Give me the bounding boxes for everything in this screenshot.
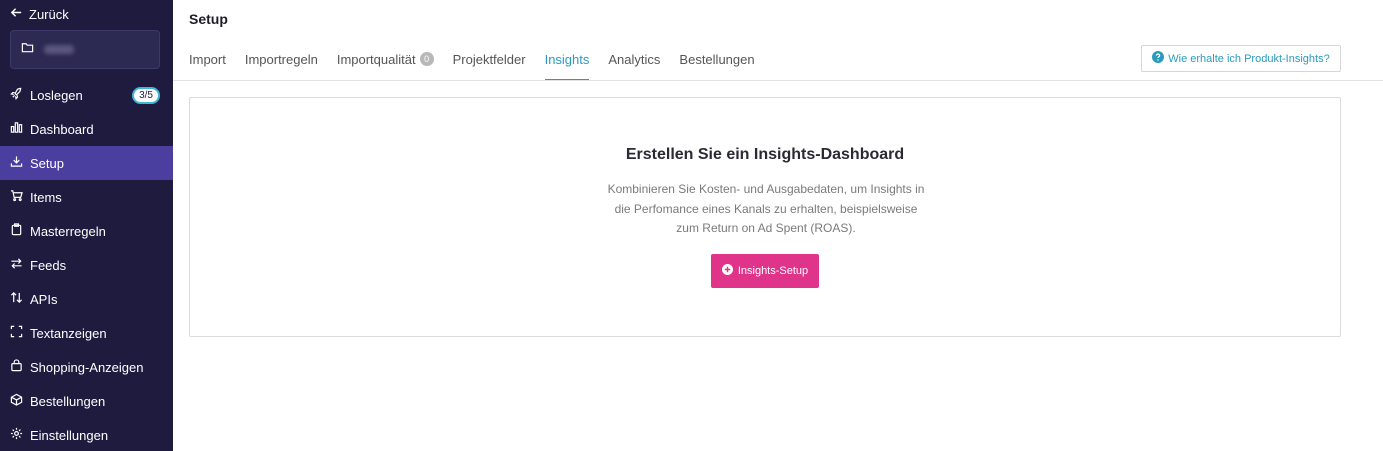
sort-icon (10, 291, 23, 307)
tab-label: Projektfelder (452, 52, 526, 67)
frame-icon (10, 325, 23, 341)
empty-state-card: Erstellen Sie ein Insights-Dashboard Kom… (189, 97, 1341, 337)
sidebar-nav: Loslegen 3/5 Dashboard Setup Items Maste… (0, 78, 173, 451)
back-label[interactable]: Zurück (29, 7, 69, 22)
sidebar-item-label: Masterregeln (30, 223, 106, 239)
sidebar-item-feeds[interactable]: Feeds (0, 248, 173, 282)
tab-label: Importqualität (336, 52, 416, 67)
question-icon (1152, 51, 1165, 66)
tab-bestellungen[interactable]: Bestellungen (679, 44, 754, 81)
sidebar-item-textanzeigen[interactable]: Textanzeigen (0, 316, 173, 350)
tab-label: Bestellungen (679, 52, 755, 67)
arrows-icon (10, 257, 23, 273)
sidebar-item-setup[interactable]: Setup (0, 146, 173, 180)
sidebar-item-dashboard[interactable]: Dashboard (0, 112, 173, 146)
cta-label: Insights-Setup (737, 265, 809, 277)
sidebar-item-einstellungen[interactable]: Einstellungen (0, 418, 173, 451)
tab-label: Import (189, 52, 226, 67)
help-label: Wie erhalte ich Produkt-Insights? (1168, 52, 1330, 65)
folder-icon (21, 41, 34, 59)
project-selector[interactable] (10, 30, 160, 69)
tab-label: Importregeln (244, 52, 318, 67)
back-link[interactable]: Zurück (10, 6, 69, 22)
sidebar-item-label: Dashboard (30, 121, 94, 137)
sidebar-item-bestellungen[interactable]: Bestellungen (0, 384, 173, 418)
tab-label: Insights (544, 52, 590, 67)
tab-projektfelder[interactable]: Projektfelder (453, 44, 526, 81)
arrow-left-icon (10, 6, 23, 22)
card-text-line: die Perfomance eines Kanals zu erhalten,… (614, 201, 918, 216)
card-title: Erstellen Sie ein Insights-Dashboard (625, 146, 905, 163)
sidebar-item-label: Loslegen (30, 87, 83, 103)
rocket-icon (10, 87, 23, 103)
tab-divider (173, 80, 1383, 81)
download-icon (10, 155, 23, 171)
main-content: Setup Import Importregeln Importqualität… (173, 0, 1383, 451)
count-badge: 0 (419, 52, 434, 66)
help-button[interactable]: Wie erhalte ich Produkt-Insights? (1141, 45, 1341, 72)
page-title: Setup (189, 11, 228, 27)
tab-importregeln[interactable]: Importregeln (245, 44, 318, 81)
sidebar-item-apis[interactable]: APIs (0, 282, 173, 316)
project-name-blurred (44, 45, 74, 54)
sidebar-item-label: Shopping-Anzeigen (30, 359, 144, 375)
sidebar-item-label: APIs (30, 291, 58, 307)
sidebar-item-label: Items (30, 189, 62, 205)
box-icon (10, 393, 23, 409)
bag-icon (10, 359, 23, 375)
sidebar-item-items[interactable]: Items (0, 180, 173, 214)
card-description: Kombinieren Sie Kosten- und Ausgabedaten… (590, 180, 942, 239)
sidebar-item-shopping-anzeigen[interactable]: Shopping-Anzeigen (0, 350, 173, 384)
sidebar-item-masterregeln[interactable]: Masterregeln (0, 214, 173, 248)
tab-bar: Import Importregeln Importqualität 0 Proj… (189, 44, 755, 81)
sidebar-item-label: Bestellungen (30, 393, 106, 409)
tab-import[interactable]: Import (189, 44, 226, 81)
sidebar-item-label: Textanzeigen (30, 325, 107, 341)
gear-icon (10, 427, 23, 443)
sidebar: Zurück Loslegen 3/5 Dashboard Setup Item… (0, 0, 173, 451)
sidebar-item-label: Feeds (30, 257, 67, 273)
bar-chart-icon (10, 121, 23, 137)
tab-insights[interactable]: Insights (544, 44, 590, 81)
plus-circle-icon (721, 264, 733, 278)
sidebar-item-label: Setup (30, 155, 64, 171)
progress-badge: 3/5 (132, 87, 160, 104)
insights-setup-button[interactable]: Insights-Setup (711, 254, 819, 288)
clipboard-icon (10, 223, 23, 239)
tab-label: Analytics (608, 52, 661, 67)
card-text-line: Kombinieren Sie Kosten- und Ausgabedaten… (607, 182, 925, 196)
sidebar-item-label: Einstellungen (30, 427, 109, 443)
cart-icon (10, 189, 23, 205)
tab-analytics[interactable]: Analytics (608, 44, 660, 81)
sidebar-item-loslegen[interactable]: Loslegen 3/5 (0, 78, 173, 112)
card-text-line: zum Return on Ad Spent (ROAS). (676, 221, 856, 235)
tab-importqualitaet[interactable]: Importqualität 0 (337, 44, 434, 81)
